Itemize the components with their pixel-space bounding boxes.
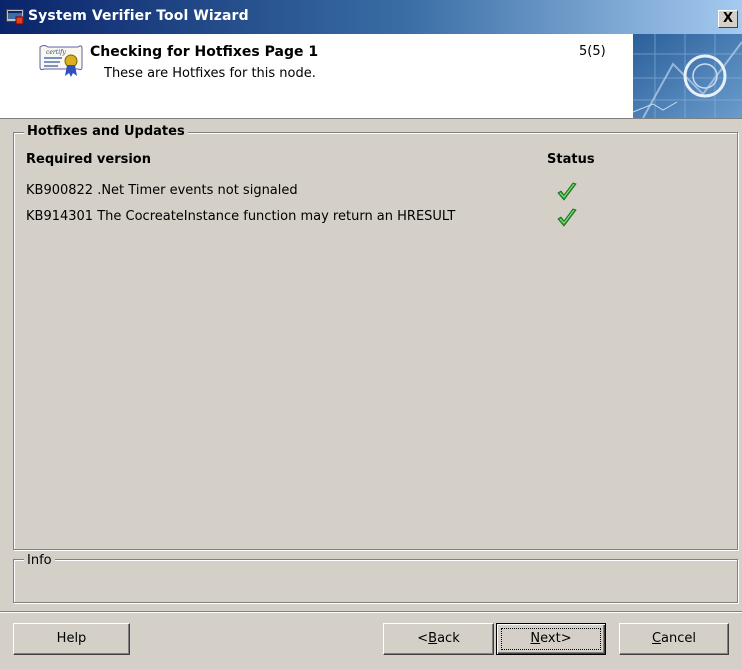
cancel-button[interactable]: Cancel	[619, 623, 729, 655]
page-subtitle: These are Hotfixes for this node.	[104, 66, 316, 81]
info-group-label: Info	[24, 553, 55, 568]
page-title: Checking for Hotfixes Page 1	[90, 44, 319, 60]
title-bar[interactable]: System Verifier Tool Wizard X	[0, 0, 742, 34]
wizard-banner-graphic	[633, 34, 742, 118]
certificate-icon: certify	[39, 45, 83, 77]
button-separator	[0, 611, 742, 613]
help-button[interactable]: Help	[13, 623, 130, 655]
back-button-label: ack	[437, 631, 460, 646]
back-button[interactable]: <Back	[383, 623, 494, 655]
close-icon: X	[722, 11, 734, 26]
green-check-icon	[557, 208, 577, 227]
back-button-prefix: <	[417, 631, 429, 646]
hotfix-row-text: KB900822 .Net Timer events not signaled	[26, 183, 298, 198]
green-check-icon	[557, 182, 577, 201]
step-counter: 5(5)	[579, 44, 606, 59]
cancel-button-label: ancel	[661, 631, 697, 646]
window-title: System Verifier Tool Wizard	[28, 8, 249, 24]
close-button[interactable]: X	[718, 10, 738, 28]
svg-text:certify: certify	[46, 49, 66, 56]
cancel-button-mnemonic: C	[651, 631, 662, 646]
info-groupbox	[13, 559, 738, 603]
next-button[interactable]: Next>	[496, 623, 606, 655]
back-button-mnemonic: B	[428, 631, 438, 646]
focus-rectangle	[501, 628, 601, 650]
required-version-header: Required version	[26, 152, 151, 167]
status-header: Status	[547, 152, 595, 167]
wizard-window: System Verifier Tool Wizard X certify Ch…	[0, 0, 742, 669]
hotfix-row-text: KB914301 The CocreateInstance function m…	[26, 209, 456, 224]
app-icon	[6, 9, 24, 25]
help-button-label: Help	[56, 631, 87, 646]
hotfixes-group-label: Hotfixes and Updates	[24, 124, 188, 139]
